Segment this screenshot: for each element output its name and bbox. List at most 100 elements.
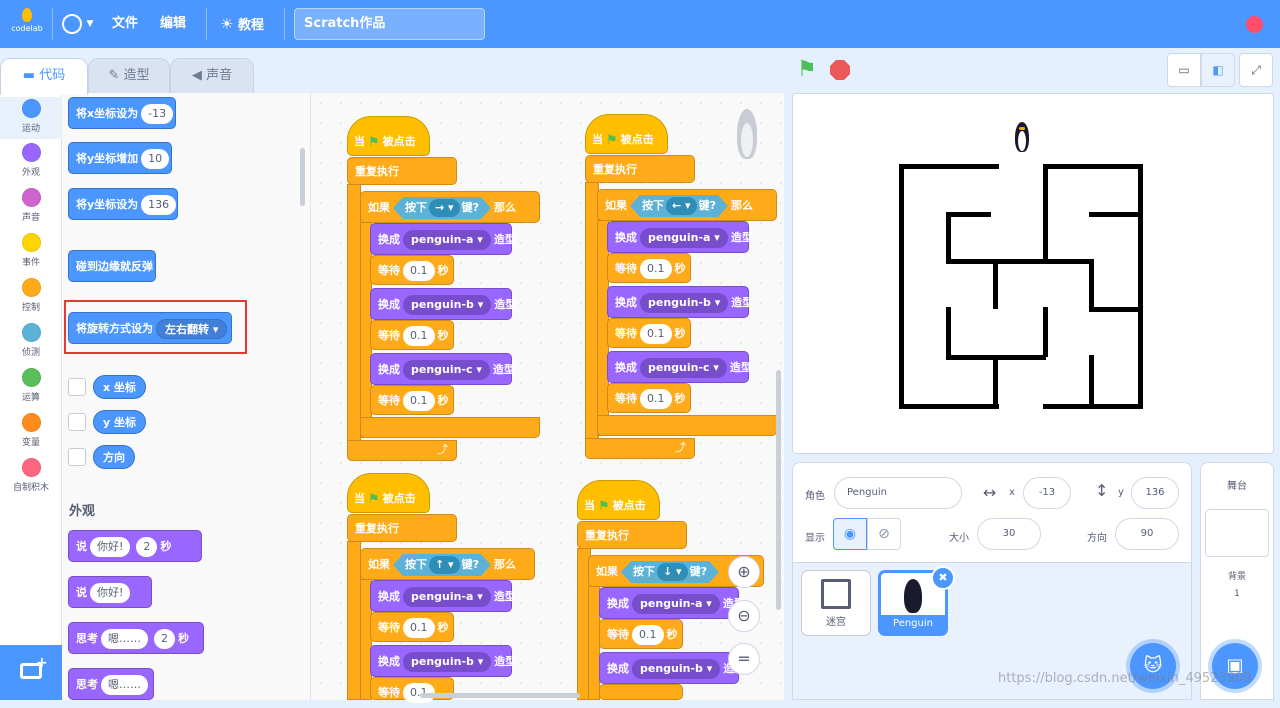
show-hidden-button[interactable]: ⊘ xyxy=(867,518,901,550)
block-think-for-secs[interactable]: 思考 嗯…… 2 秒 xyxy=(68,622,204,654)
sprite-thumb-maze[interactable]: 迷宫 xyxy=(801,570,871,636)
stop-button[interactable] xyxy=(830,60,850,80)
language-menu[interactable]: ▼ xyxy=(62,0,98,48)
key-dropdown[interactable]: ↑ ▾ xyxy=(429,556,460,574)
block-wait[interactable]: 等待 0.1 秒 xyxy=(599,619,683,649)
script-vertical-scrollbar[interactable] xyxy=(776,370,781,610)
block-switch-costume[interactable]: 换成penguin-a ▾造型 xyxy=(599,587,745,619)
category-variables[interactable]: 变量 xyxy=(0,413,62,448)
block-forever-1[interactable]: 重复执行 xyxy=(347,157,457,185)
block-set-y[interactable]: 将y坐标设为 136 xyxy=(68,188,178,220)
block-switch-costume[interactable]: 换成penguin-a ▾造型 xyxy=(370,223,516,255)
key-dropdown[interactable]: → ▾ xyxy=(429,199,460,217)
zoom-out-button[interactable]: ⊖ xyxy=(728,600,760,632)
y-position-checkbox[interactable] xyxy=(68,413,86,431)
tutorial-menu[interactable]: ☀ 教程 xyxy=(220,0,264,48)
reporter-x-position[interactable]: x 坐标 xyxy=(93,375,146,399)
block-wait[interactable]: 等待 0.1 秒 xyxy=(607,383,691,413)
block-switch-costume[interactable]: 换成penguin-b ▾造型 xyxy=(599,652,745,684)
edit-menu[interactable]: 编辑 xyxy=(160,0,186,48)
category-motion[interactable]: 运动 xyxy=(0,97,62,139)
codelab-logo[interactable]: codelab xyxy=(10,8,44,40)
size-input[interactable]: 30 xyxy=(977,518,1041,550)
block-forever-3[interactable]: 重复执行 xyxy=(347,514,457,542)
block-think[interactable]: 思考 嗯…… xyxy=(68,668,154,700)
zoom-reset-button[interactable]: = xyxy=(728,643,760,675)
tab-code[interactable]: ▬ 代码 xyxy=(0,58,88,95)
costume-dropdown[interactable]: penguin-a ▾ xyxy=(632,594,720,614)
file-menu[interactable]: 文件 xyxy=(112,0,138,48)
block-input[interactable]: 0.1 xyxy=(403,391,435,411)
block-wait[interactable]: 等待 0.1 秒 xyxy=(370,385,454,415)
fullscreen-button[interactable]: ⤢ xyxy=(1239,53,1273,87)
block-input[interactable]: 嗯…… xyxy=(101,629,148,649)
sensing-key-pressed[interactable]: 按下 ← ▾ 键? xyxy=(630,195,728,217)
stage-canvas[interactable] xyxy=(792,93,1274,454)
palette-scrollbar[interactable] xyxy=(300,148,305,206)
y-input[interactable]: 136 xyxy=(1131,477,1179,509)
costume-dropdown[interactable]: penguin-b ▾ xyxy=(632,659,721,679)
block-switch-costume[interactable]: 换成penguin-b ▾造型 xyxy=(370,645,516,677)
script-horizontal-scrollbar[interactable] xyxy=(420,693,580,698)
project-title-input[interactable]: Scratch作品 xyxy=(294,8,485,40)
large-stage-button[interactable]: ◧ xyxy=(1201,53,1235,87)
reporter-y-position[interactable]: y 坐标 xyxy=(93,410,146,434)
hat-when-flag-clicked-1[interactable]: 当 ⚑ 被点击 xyxy=(347,116,430,156)
block-input[interactable]: 2 xyxy=(136,537,158,557)
category-control[interactable]: 控制 xyxy=(0,278,62,313)
key-dropdown[interactable]: ↓ ▾ xyxy=(657,563,688,581)
block-switch-costume[interactable]: 换成penguin-b ▾造型 xyxy=(607,286,753,318)
sensing-key-pressed[interactable]: 按下 ↑ ▾ 键? xyxy=(393,554,491,576)
x-input[interactable]: -13 xyxy=(1023,477,1071,509)
block-bounce[interactable]: 碰到边缘就反弹 xyxy=(68,250,156,282)
block-input[interactable]: 0.1 xyxy=(632,625,664,645)
block-input[interactable]: -13 xyxy=(141,104,174,124)
block-change-y[interactable]: 将y坐标增加 10 xyxy=(68,142,172,174)
direction-input[interactable]: 90 xyxy=(1115,518,1179,550)
tab-sounds[interactable]: ◀ 声音 xyxy=(170,58,254,94)
block-say-for-secs[interactable]: 说你好! 2 秒 xyxy=(68,530,202,562)
block-wait[interactable]: 等待 0.1 秒 xyxy=(607,253,691,283)
costume-dropdown[interactable]: penguin-a ▾ xyxy=(403,230,491,250)
block-input[interactable]: 嗯…… xyxy=(101,675,148,695)
block-wait[interactable]: 等待 0.1 秒 xyxy=(607,318,691,348)
tab-costumes[interactable]: ✎ 造型 xyxy=(88,58,170,94)
block-input[interactable]: 0.1 xyxy=(640,324,672,344)
x-position-checkbox[interactable] xyxy=(68,378,86,396)
block-if-left[interactable]: 如果 按下 ← ▾ 键? 那么 xyxy=(597,189,777,221)
block-input[interactable]: 0.1 xyxy=(640,259,672,279)
block-input[interactable]: 0.1 xyxy=(403,618,435,638)
costume-dropdown[interactable]: penguin-b ▾ xyxy=(403,652,492,672)
block-switch-costume[interactable]: 换成penguin-b ▾造型 xyxy=(370,288,516,320)
block-wait[interactable]: 等待 0.1 秒 xyxy=(370,612,454,642)
sprite-name-input[interactable]: Penguin xyxy=(834,477,962,509)
green-flag-button[interactable]: ⚑ xyxy=(797,58,819,82)
block-input[interactable]: 136 xyxy=(141,195,177,215)
block-wait[interactable]: 等待 0.1 秒 xyxy=(370,255,454,285)
block-input[interactable]: 2 xyxy=(154,629,175,649)
block-switch-costume[interactable]: 换成penguin-a ▾造型 xyxy=(370,580,516,612)
block-say[interactable]: 说你好! xyxy=(68,576,152,608)
category-sound[interactable]: 声音 xyxy=(0,188,62,223)
block-set-x[interactable]: 将x坐标设为 -13 xyxy=(68,97,176,129)
costume-dropdown[interactable]: penguin-a ▾ xyxy=(403,587,491,607)
block-wait[interactable] xyxy=(599,684,683,700)
block-input[interactable]: 0.1 xyxy=(403,326,435,346)
hat-when-flag-clicked-2[interactable]: 当 ⚑ 被点击 xyxy=(585,114,668,154)
category-operators[interactable]: 运算 xyxy=(0,368,62,403)
reporter-direction[interactable]: 方向 xyxy=(93,445,135,469)
direction-checkbox[interactable] xyxy=(68,448,86,466)
sensing-key-pressed[interactable]: 按下 ↓ ▾ 键? xyxy=(621,561,719,583)
sensing-key-pressed[interactable]: 按下 → ▾ 键? xyxy=(393,197,491,219)
key-dropdown[interactable]: ← ▾ xyxy=(666,197,697,215)
block-forever-4[interactable]: 重复执行 xyxy=(577,521,687,549)
category-events[interactable]: 事件 xyxy=(0,233,62,268)
block-switch-costume[interactable]: 换成 penguin-c ▾ 造型 xyxy=(607,351,752,383)
costume-dropdown[interactable]: penguin-b ▾ xyxy=(640,293,729,313)
block-if-right[interactable]: 如果 按下 → ▾ 键? 那么 xyxy=(360,191,540,223)
costume-dropdown[interactable]: penguin-a ▾ xyxy=(640,228,728,248)
block-input[interactable]: 0.1 xyxy=(403,261,435,281)
block-wait[interactable]: 等待 0.1 秒 xyxy=(370,320,454,350)
small-stage-button[interactable]: ▭ xyxy=(1167,53,1201,87)
hat-when-flag-clicked-3[interactable]: 当 ⚑ 被点击 xyxy=(347,473,430,513)
